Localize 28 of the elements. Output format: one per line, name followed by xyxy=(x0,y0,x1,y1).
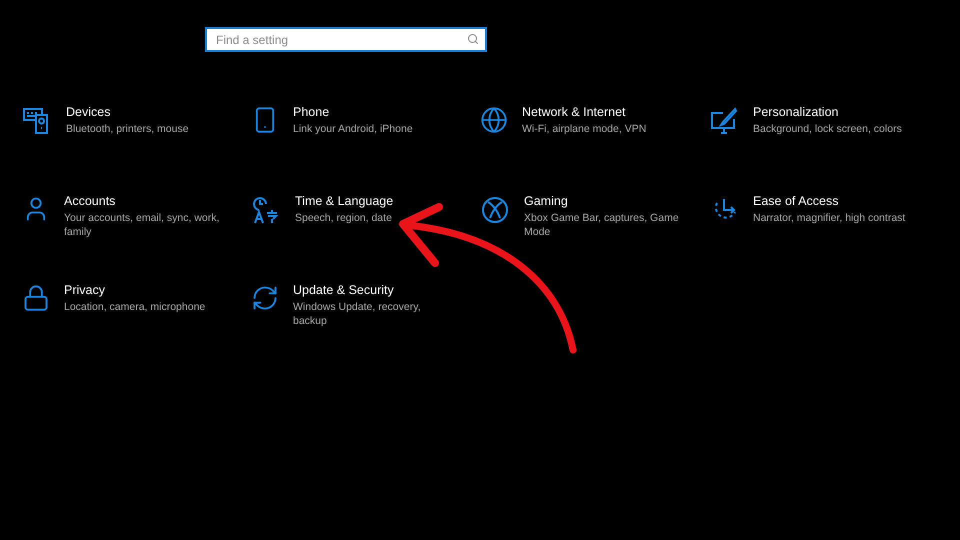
category-title[interactable]: Privacy xyxy=(64,283,105,297)
monitor-brush-icon xyxy=(709,106,739,136)
xbox-controller-icon xyxy=(480,195,510,225)
category-description: Background, lock screen, colors xyxy=(753,122,902,136)
category-description: Link your Android, iPhone xyxy=(293,122,413,136)
category-description: Speech, region, date xyxy=(295,211,392,225)
category-description: Narrator, magnifier, high contrast xyxy=(753,211,906,225)
category-description: Wi-Fi, airplane mode, VPN xyxy=(522,122,646,136)
lock-icon xyxy=(22,284,50,312)
category-description: Your accounts, email, sync, work, family xyxy=(64,211,220,239)
category-title[interactable]: Devices xyxy=(66,105,110,119)
refresh-icon xyxy=(251,284,279,312)
category-description: Bluetooth, printers, mouse xyxy=(66,122,189,136)
category-description: Windows Update, recovery, backup xyxy=(293,300,422,328)
category-description: Location, camera, microphone xyxy=(64,300,206,314)
category-title[interactable]: Phone xyxy=(293,105,330,119)
globe-icon xyxy=(480,106,508,134)
search-field[interactable]: Find a setting xyxy=(205,27,487,52)
category-title[interactable]: Ease of Access xyxy=(753,194,838,208)
category-description: Xbox Game Bar, captures, Game Mode xyxy=(524,211,680,239)
category-title[interactable]: Accounts xyxy=(64,194,116,208)
category-title[interactable]: Gaming xyxy=(524,194,568,208)
clock-language-icon xyxy=(251,195,281,225)
category-title[interactable]: Update & Security xyxy=(293,283,394,297)
category-title[interactable]: Personalization xyxy=(753,105,838,119)
category-title[interactable]: Network & Internet xyxy=(522,105,626,119)
category-title[interactable]: Time & Language xyxy=(295,194,394,208)
search-icon xyxy=(467,33,479,45)
